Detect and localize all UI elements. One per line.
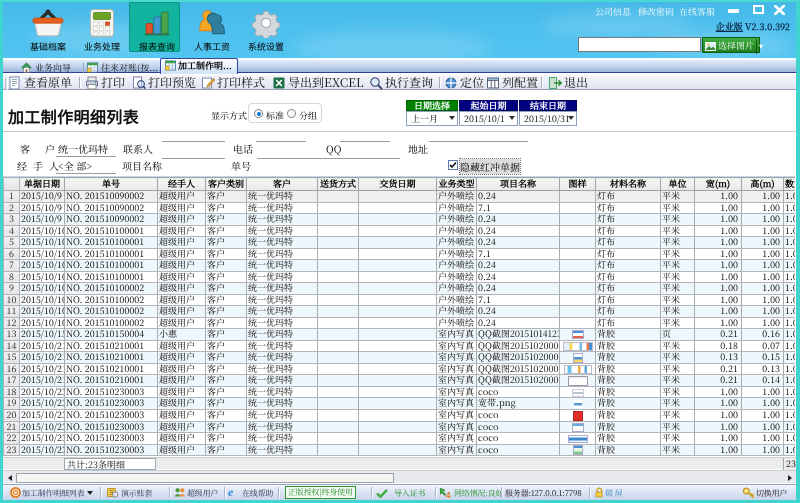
svg-text:4: 4 bbox=[446, 491, 451, 499]
